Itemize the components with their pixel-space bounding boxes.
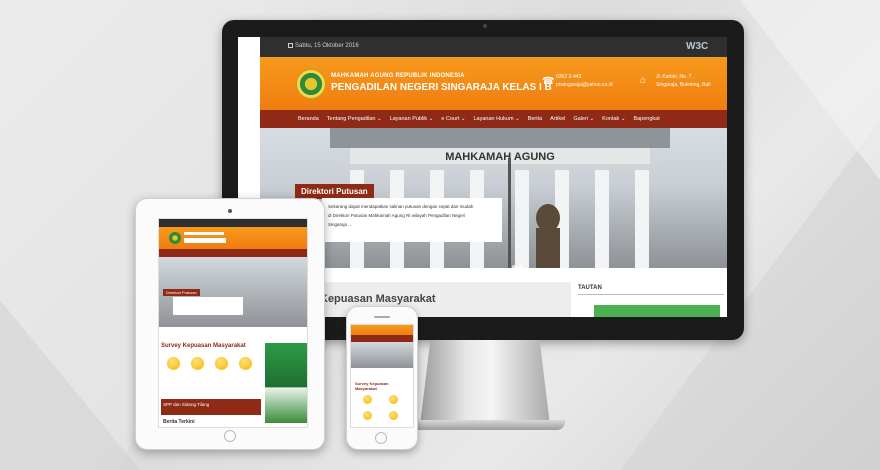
phone-header bbox=[351, 325, 413, 335]
monitor-stand bbox=[420, 340, 550, 425]
tablet-header bbox=[159, 227, 307, 249]
tautan-banner[interactable] bbox=[594, 305, 720, 317]
phone-home-button bbox=[375, 432, 387, 444]
tablet-ecourt-banner[interactable] bbox=[265, 343, 307, 423]
desktop-topbar: Sabtu, 15 Oktober 2016 W3C bbox=[260, 37, 727, 57]
nav-item-ecourt[interactable]: e Court ⌄ bbox=[441, 116, 465, 122]
hero-slider[interactable]: MAHKAMAH AGUNG Direktori Putusan Sekaran… bbox=[260, 128, 727, 268]
tablet-logo[interactable] bbox=[169, 232, 181, 244]
smiley-neutral-icon[interactable] bbox=[363, 411, 372, 420]
direktori-title[interactable]: Direktori Putusan bbox=[295, 184, 374, 199]
tablet-screen: Direktori Putusan Survey Kepuasan Masyar… bbox=[158, 218, 308, 428]
phone-speaker bbox=[374, 316, 390, 318]
tablet-survey-title: Survey Kepuasan Masyarakat bbox=[161, 343, 246, 349]
nav-item-galeri[interactable]: Galeri ⌄ bbox=[573, 116, 594, 122]
tablet-nav[interactable] bbox=[159, 249, 307, 257]
nav-item-bapengkat[interactable]: Bapengkat bbox=[633, 116, 659, 122]
contact-info: 0362 2-443 pnsingaraja@yahoo.co.id bbox=[556, 73, 613, 89]
tautan-divider bbox=[578, 294, 724, 295]
slider-dot[interactable] bbox=[519, 265, 523, 268]
smiley-neutral-icon[interactable] bbox=[215, 357, 228, 370]
tablet-home-button bbox=[224, 430, 236, 442]
nav-item-layanan-hukum[interactable]: Layanan Hukum ⌄ bbox=[474, 116, 520, 122]
smiley-very-satisfied-icon[interactable] bbox=[167, 357, 180, 370]
phone-nav[interactable] bbox=[351, 335, 413, 342]
monitor-camera bbox=[483, 24, 487, 28]
address-line1: Jl. Kartini, No. 7 bbox=[656, 74, 692, 80]
tablet-spp-title: SPP dan Sidang Tilang bbox=[163, 402, 210, 407]
tablet-org-line2 bbox=[184, 238, 226, 243]
slider-dot[interactable] bbox=[512, 265, 516, 268]
nav-item-berita[interactable]: Berita bbox=[528, 116, 542, 122]
tablet-direktori-title[interactable]: Direktori Putusan bbox=[163, 289, 200, 296]
smiley-very-satisfied-icon[interactable] bbox=[363, 395, 372, 404]
court-logo[interactable] bbox=[296, 69, 326, 99]
phone-hero[interactable] bbox=[351, 342, 413, 368]
tablet-berita-title: Berita Terkini bbox=[163, 419, 195, 425]
direktori-caption: Sekarang dapat mendapatkan salinan putus… bbox=[322, 198, 502, 242]
smiley-satisfied-icon[interactable] bbox=[389, 395, 398, 404]
smiley-satisfied-icon[interactable] bbox=[191, 357, 204, 370]
smiley-unsatisfied-icon[interactable] bbox=[239, 357, 252, 370]
org-name-line1: MAHKAMAH AGUNG REPUBLIK INDONESIA bbox=[331, 73, 465, 79]
date-display: Sabtu, 15 Oktober 2016 bbox=[288, 43, 359, 49]
slider-dots[interactable] bbox=[512, 256, 526, 268]
email-address[interactable]: pnsingaraja@yahoo.co.id bbox=[556, 81, 613, 89]
tablet-camera bbox=[228, 209, 232, 213]
phone-survey-title: Survey Kepuasan Masyarakat bbox=[355, 381, 389, 391]
org-name-line2: PENGADILAN NEGERI SINGARAJA KELAS I B bbox=[331, 82, 552, 93]
smiley-unsatisfied-icon[interactable] bbox=[389, 411, 398, 420]
address-info: Jl. Kartini, No. 7 Singaraja, Buleleng, B… bbox=[656, 73, 710, 89]
nav-item-beranda[interactable]: Beranda bbox=[298, 116, 319, 122]
tautan-title: TAUTAN bbox=[578, 285, 602, 291]
building-sign: MAHKAMAH AGUNG bbox=[445, 151, 555, 163]
phone-number: 0362 2-443 bbox=[556, 74, 582, 80]
monitor-base bbox=[405, 420, 565, 430]
nav-item-artikel[interactable]: Artikel bbox=[550, 116, 565, 122]
main-nav: Beranda Tentang Pengadilan ⌄ Layanan Pub… bbox=[260, 110, 727, 128]
survey-title: Kepuasan Masyarakat bbox=[320, 293, 436, 305]
tablet-org-line1 bbox=[184, 232, 224, 235]
nav-item-layanan-publik[interactable]: Layanan Publik ⌄ bbox=[390, 116, 434, 122]
nav-item-kontak[interactable]: Kontak ⌄ bbox=[602, 116, 625, 122]
tablet-hero[interactable]: Direktori Putusan bbox=[159, 257, 307, 327]
w3c-badge[interactable]: W3C bbox=[686, 41, 708, 52]
tablet-topbar bbox=[159, 219, 307, 227]
calendar-icon bbox=[288, 43, 293, 48]
phone-screen: Survey Kepuasan Masyarakat bbox=[350, 324, 414, 428]
nav-item-tentang[interactable]: Tentang Pengadilan ⌄ bbox=[327, 116, 382, 122]
tablet-direktori-caption bbox=[173, 297, 243, 315]
site-header: MAHKAMAH AGUNG REPUBLIK INDONESIA PENGAD… bbox=[260, 57, 727, 110]
home-icon: ⌂ bbox=[640, 75, 647, 86]
phone-icon: ☎ bbox=[542, 76, 555, 87]
address-line2: Singaraja, Buleleng, Bali bbox=[656, 82, 711, 88]
